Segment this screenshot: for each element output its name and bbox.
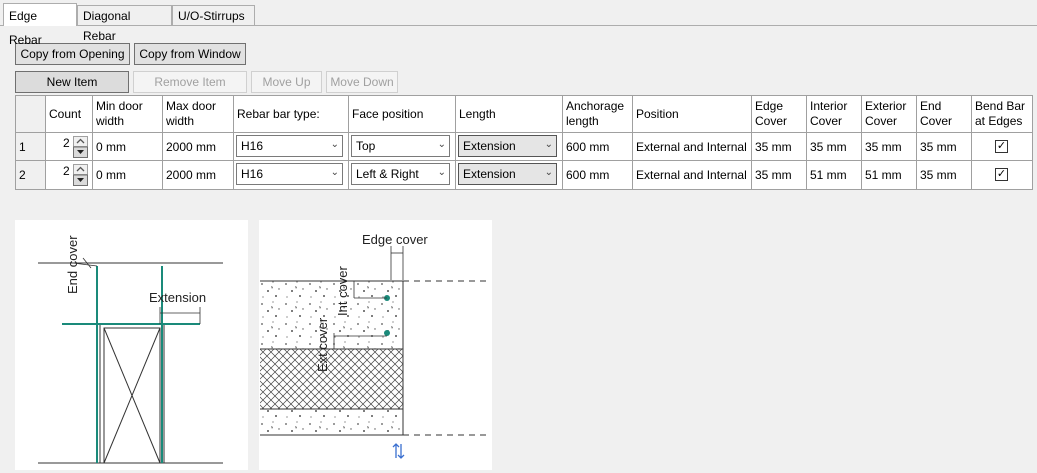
count-stepper[interactable] [73, 136, 88, 158]
length-select[interactable]: Extension ⌄ [458, 163, 557, 185]
end-cover-cell[interactable]: 35 mm [917, 133, 972, 161]
int-cover-label: Int cover [335, 265, 350, 316]
tab-uo-stirrups[interactable]: U/O-Stirrups [172, 5, 255, 25]
chevron-down-icon: ⌄ [437, 167, 446, 178]
edge-cover-cell[interactable]: 35 mm [752, 161, 807, 189]
row-index[interactable]: 1 [16, 133, 46, 161]
position-cell[interactable]: External and Internal [633, 133, 752, 161]
col-header-max-width[interactable]: Max door width [163, 96, 234, 133]
bend-bar-cell: ✓ [972, 133, 1032, 161]
position-cell[interactable]: External and Internal [633, 161, 752, 189]
count-value[interactable]: 2 [63, 136, 70, 150]
face-position-select[interactable]: Top ⌄ [351, 135, 450, 157]
bend-bar-cell: ✓ [972, 161, 1032, 189]
bend-bar-checkbox[interactable]: ✓ [995, 168, 1008, 181]
anchorage-cell[interactable]: 600 mm [563, 133, 633, 161]
col-header-min-width[interactable]: Min door width [93, 96, 163, 133]
min-width-cell[interactable]: 0 mm [93, 133, 163, 161]
length-select[interactable]: Extension ⌄ [458, 135, 557, 157]
face-cell: Left & Right ⌄ [349, 161, 456, 189]
tab-divider [0, 25, 1037, 26]
section-diagram: Edge cover Int cover Ext cover [259, 220, 492, 470]
count-value[interactable]: 2 [63, 164, 70, 178]
col-header-edge-cover[interactable]: Edge Cover [752, 96, 807, 133]
col-header-face[interactable]: Face position [349, 96, 456, 133]
bar-type-cell: H16 ⌄ [234, 161, 349, 189]
row-header-corner [16, 96, 46, 133]
elevation-diagram: End cover Extension [15, 220, 248, 470]
chevron-down-icon: ⌄ [544, 139, 553, 150]
row-index[interactable]: 2 [16, 161, 46, 189]
chevron-down-icon: ⌄ [330, 167, 339, 178]
bar-type-cell: H16 ⌄ [234, 133, 349, 161]
col-header-interior-cover[interactable]: Interior Cover [807, 96, 862, 133]
exterior-cover-cell[interactable]: 51 mm [862, 161, 917, 189]
col-header-position[interactable]: Position [633, 96, 752, 133]
chevron-down-icon: ⌄ [544, 167, 553, 178]
interior-cover-cell[interactable]: 35 mm [807, 133, 862, 161]
tab-edge-rebar[interactable]: Edge Rebar [3, 3, 77, 47]
chevron-down-icon: ⌄ [330, 139, 339, 150]
count-stepper[interactable] [73, 164, 88, 186]
col-header-bend-bar[interactable]: Bend Bar at Edges [972, 96, 1032, 133]
col-header-bar-type[interactable]: Rebar bar type: [234, 96, 349, 133]
edge-cover-label: Edge cover [362, 232, 428, 247]
face-cell: Top ⌄ [349, 133, 456, 161]
rebar-dot [384, 330, 390, 336]
col-header-end-cover[interactable]: End Cover [917, 96, 972, 133]
max-width-cell[interactable]: 2000 mm [163, 161, 234, 189]
interior-cover-cell[interactable]: 51 mm [807, 161, 862, 189]
face-position-select[interactable]: Left & Right ⌄ [351, 163, 450, 185]
length-cell: Extension ⌄ [456, 161, 563, 189]
swap-vertical-icon[interactable] [392, 443, 405, 459]
remove-item-button[interactable]: Remove Item [133, 71, 247, 93]
col-header-anchorage[interactable]: Anchorage length [563, 96, 633, 133]
col-header-exterior-cover[interactable]: Exterior Cover [862, 96, 917, 133]
edge-cover-cell[interactable]: 35 mm [752, 133, 807, 161]
bar-type-select[interactable]: H16 ⌄ [236, 163, 343, 185]
end-cover-label: End cover [65, 235, 80, 294]
bar-type-select[interactable]: H16 ⌄ [236, 135, 343, 157]
max-width-cell[interactable]: 2000 mm [163, 133, 234, 161]
extension-label: Extension [149, 290, 206, 305]
count-cell: 2 [46, 161, 93, 189]
move-up-button[interactable]: Move Up [251, 71, 322, 93]
copy-from-window-button[interactable]: Copy from Window [134, 43, 246, 65]
anchorage-cell[interactable]: 600 mm [563, 161, 633, 189]
bend-bar-checkbox[interactable]: ✓ [995, 140, 1008, 153]
elevation-drawing: End cover Extension [38, 235, 223, 464]
col-header-length[interactable]: Length [456, 96, 563, 133]
min-width-cell[interactable]: 0 mm [93, 161, 163, 189]
ext-cover-label: Ext cover [315, 317, 330, 372]
new-item-button[interactable]: New Item [15, 71, 129, 93]
tab-diagonal-rebar[interactable]: Diagonal Rebar [77, 5, 172, 43]
exterior-cover-cell[interactable]: 35 mm [862, 133, 917, 161]
rebar-table: Count Min door width Max door width Reba… [15, 95, 1033, 190]
chevron-down-icon: ⌄ [437, 139, 446, 150]
tab-bar: Edge Rebar Diagonal Rebar U/O-Stirrups [0, 0, 1037, 47]
count-cell: 2 [46, 133, 93, 161]
move-down-button[interactable]: Move Down [326, 71, 398, 93]
col-header-count[interactable]: Count [46, 96, 93, 133]
length-cell: Extension ⌄ [456, 133, 563, 161]
end-cover-cell[interactable]: 35 mm [917, 161, 972, 189]
section-drawing: Edge cover Int cover Ext cover [260, 232, 489, 459]
